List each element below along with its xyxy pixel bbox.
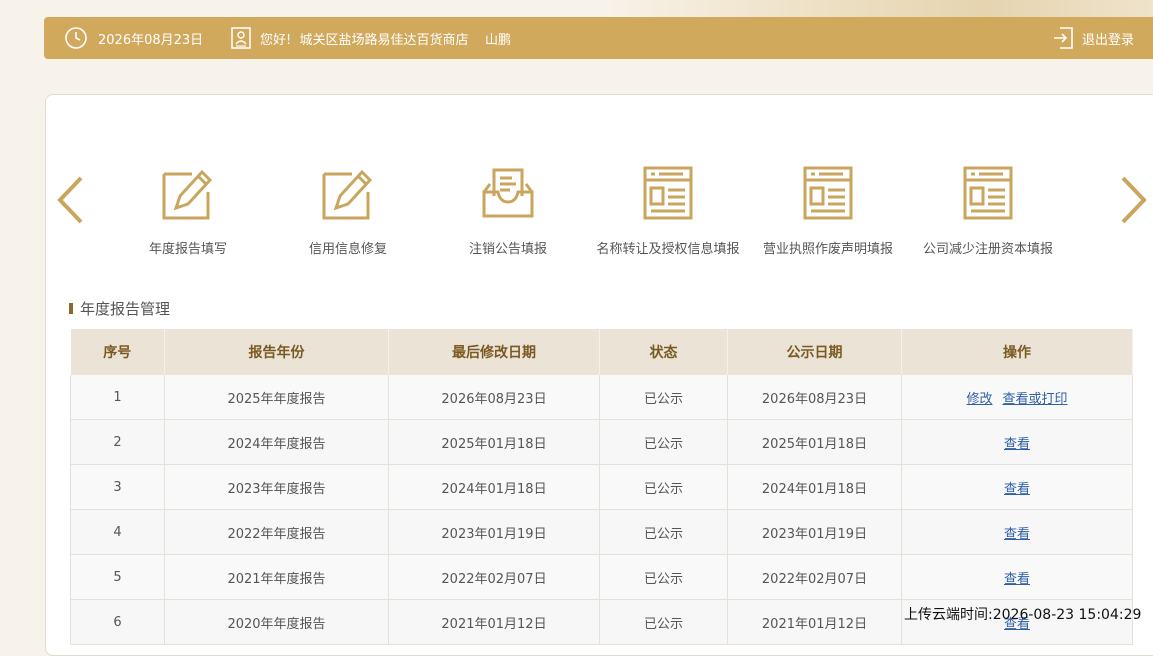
report-year: 2020年年度报告 <box>164 599 389 645</box>
upload-timestamp: 上传云端时间:2026-08-23 15:04:29 <box>904 607 1142 623</box>
row-number: 1 <box>70 375 165 420</box>
document-window-icon <box>908 166 1068 224</box>
status-text: 已公示 <box>599 599 728 645</box>
report-year: 2025年年度报告 <box>164 375 389 420</box>
published-date: 2021年01月12日 <box>727 599 902 645</box>
column-header: 状态 <box>599 329 728 375</box>
annual-report-table: 序号 报告年份 最后修改日期 状态 公示日期 操作 1 2025年年度报告 20… <box>70 329 1133 645</box>
edit-link[interactable]: 修改 <box>966 392 992 407</box>
nav-item-label: 营业执照作废声明填报 <box>762 242 893 257</box>
modified-date: 2021年01月12日 <box>388 599 600 645</box>
view-link[interactable]: 查看 <box>1004 527 1030 542</box>
row-number: 5 <box>70 554 165 600</box>
modified-date: 2023年01月19日 <box>388 509 600 555</box>
report-year: 2021年年度报告 <box>164 554 389 600</box>
view-link[interactable]: 查看 <box>1004 482 1030 497</box>
view-link[interactable]: 查看 <box>1004 572 1030 587</box>
actions-cell: 查看 <box>901 464 1133 510</box>
modified-date: 2024年01月18日 <box>388 464 600 510</box>
row-number: 6 <box>70 599 165 645</box>
table-row: 2 2024年年度报告 2025年01月18日 已公示 2025年01月18日 … <box>70 419 1133 465</box>
table-row: 5 2021年年度报告 2022年02月07日 已公示 2022年02月07日 … <box>70 554 1133 600</box>
chevron-left-icon[interactable] <box>50 172 90 228</box>
user-card-icon <box>231 17 251 59</box>
published-date: 2023年01月19日 <box>727 509 902 555</box>
column-header: 序号 <box>70 329 165 375</box>
actions-cell: 查看 <box>901 509 1133 555</box>
nav-item-capital-reduction[interactable]: 公司减少注册资本填报 <box>908 166 1068 257</box>
document-window-icon <box>748 166 908 224</box>
published-date: 2025年01月18日 <box>727 419 902 465</box>
status-text: 已公示 <box>599 375 728 420</box>
report-year: 2022年年度报告 <box>164 509 389 555</box>
nav-item-deregistration[interactable]: 注销公告填报 <box>428 166 588 257</box>
table-row: 1 2025年年度报告 2026年08月23日 已公示 2026年08月23日 … <box>70 375 1133 420</box>
modified-date: 2026年08月23日 <box>388 375 600 420</box>
column-header: 最后修改日期 <box>388 329 600 375</box>
nav-item-label: 名称转让及授权信息填报 <box>596 242 740 257</box>
logout-icon[interactable] <box>1052 17 1074 59</box>
status-text: 已公示 <box>599 554 728 600</box>
view-link[interactable]: 查看 <box>1004 437 1030 452</box>
clock-icon <box>64 17 88 59</box>
modified-date: 2025年01月18日 <box>388 419 600 465</box>
modified-date: 2022年02月07日 <box>388 554 600 600</box>
nav-item-license-void[interactable]: 营业执照作废声明填报 <box>748 166 908 257</box>
edit-form-icon <box>108 166 268 224</box>
top-bar: 2026年08月23日 您好! 城关区盐场路易佳达百货商店 山鹏 退出登录 <box>44 17 1153 59</box>
greeting-text: 您好! 城关区盐场路易佳达百货商店 山鹏 <box>260 32 512 48</box>
row-number: 2 <box>70 419 165 465</box>
status-text: 已公示 <box>599 464 728 510</box>
section-title-text: 年度报告管理 <box>80 299 171 318</box>
top-decoration <box>600 0 1153 18</box>
nav-item-credit-repair[interactable]: 信用信息修复 <box>268 166 428 257</box>
edit-form-icon <box>268 166 428 224</box>
nav-item-label: 信用信息修复 <box>308 242 387 257</box>
logout-button[interactable]: 退出登录 <box>1082 17 1134 59</box>
nav-item-annual-report[interactable]: 年度报告填写 <box>108 166 268 257</box>
row-number: 3 <box>70 464 165 510</box>
inbox-doc-icon <box>428 166 588 224</box>
nav-item-name-transfer[interactable]: 名称转让及授权信息填报 <box>588 166 748 257</box>
document-window-icon <box>588 166 748 224</box>
actions-cell: 修改 查看或打印 <box>901 375 1133 420</box>
published-date: 2024年01月18日 <box>727 464 902 510</box>
table-row: 4 2022年年度报告 2023年01月19日 已公示 2023年01月19日 … <box>70 509 1133 555</box>
chevron-right-icon[interactable] <box>1114 172 1153 228</box>
view-print-link[interactable]: 查看或打印 <box>1003 392 1068 407</box>
actions-cell: 查看 <box>901 554 1133 600</box>
published-date: 2022年02月07日 <box>727 554 902 600</box>
report-year: 2023年年度报告 <box>164 464 389 510</box>
nav-item-label: 注销公告填报 <box>468 242 547 257</box>
actions-cell: 查看 <box>901 419 1133 465</box>
section-title: 年度报告管理 <box>69 298 170 318</box>
title-marker <box>69 302 73 314</box>
table-header-row: 序号 报告年份 最后修改日期 状态 公示日期 操作 <box>70 329 1133 375</box>
nav-item-label: 公司减少注册资本填报 <box>922 242 1053 257</box>
published-date: 2026年08月23日 <box>727 375 902 420</box>
status-text: 已公示 <box>599 509 728 555</box>
current-date: 2026年08月23日 <box>98 32 204 48</box>
nav-item-label: 年度报告填写 <box>148 242 227 257</box>
row-number: 4 <box>70 509 165 555</box>
column-header: 报告年份 <box>164 329 389 375</box>
column-header: 操作 <box>901 329 1133 375</box>
status-text: 已公示 <box>599 419 728 465</box>
column-header: 公示日期 <box>727 329 902 375</box>
table-row: 3 2023年年度报告 2024年01月18日 已公示 2024年01月18日 … <box>70 464 1133 510</box>
report-year: 2024年年度报告 <box>164 419 389 465</box>
